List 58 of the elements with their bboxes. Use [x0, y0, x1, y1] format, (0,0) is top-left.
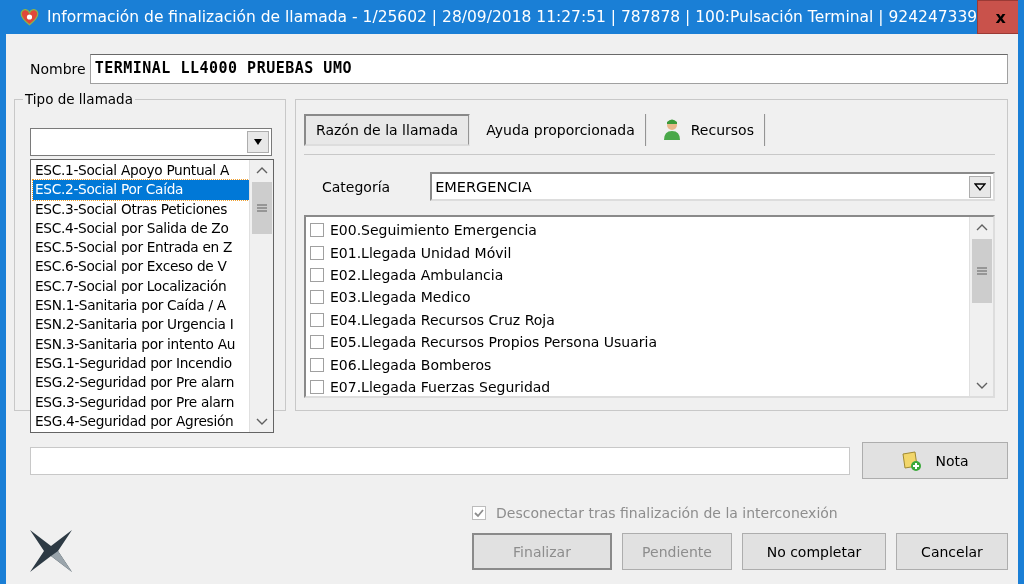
reason-label: E02.Llegada Ambulancia [330, 266, 504, 283]
checkbox[interactable] [310, 379, 324, 394]
checkbox[interactable] [310, 267, 324, 282]
reason-label: E01.Llegada Unidad Móvil [330, 244, 512, 261]
reason-label: E04.Llegada Recursos Cruz Roja [330, 311, 555, 328]
checkbox[interactable] [310, 290, 324, 305]
dropdown-option[interactable]: ESC.6-Social por Exceso de V [33, 257, 249, 277]
checkbox[interactable] [310, 312, 324, 327]
note-add-icon [901, 449, 924, 472]
tab[interactable]: Razón de la llamada [304, 114, 471, 146]
checkbox[interactable] [310, 245, 324, 260]
window-title: Información de finalización de llamada - 1/25602 | 28/09/2018 11:27:51 | 787878 | 100:Pulsación Terminal | 924247339 [46, 8, 978, 26]
grip-icon [256, 204, 267, 212]
dropdown-option[interactable]: ESG.1-Seguridad por Incendio [33, 353, 249, 374]
checkbox[interactable] [310, 357, 324, 372]
action-button[interactable]: No completar [742, 533, 886, 570]
reason-label: E05.Llegada Recursos Propios Persona Usuaria [330, 334, 658, 351]
tab[interactable]: Recursos [652, 114, 766, 146]
scroll-thumb[interactable] [251, 182, 272, 234]
dropdown-option[interactable]: ESC.7-Social por Localización [33, 276, 249, 297]
scrollbar[interactable] [969, 217, 993, 396]
dropdown-option[interactable]: ESN.2-Sanitaria por Urgencia I [33, 315, 249, 335]
dropdown-option[interactable]: ESG.2-Seguridad por Pre alarn [33, 373, 249, 393]
heart-logo-icon [20, 7, 39, 27]
dropdown-option[interactable]: ESN.1-Sanitaria por Caída / A [33, 296, 249, 316]
comment-field[interactable] [30, 446, 850, 475]
scroll-thumb[interactable] [971, 239, 992, 303]
name-label: Nombre [30, 61, 86, 77]
checkbox[interactable] [310, 335, 324, 350]
dropdown-option[interactable]: ESC.1-Social Apoyo Puntual A [33, 161, 249, 181]
dropdown-option[interactable]: ESC.2-Social Por Caída [33, 180, 249, 200]
name-field[interactable]: TERMINAL LL4000 PRUEBAS UMO [89, 54, 1008, 84]
grip-icon [976, 267, 987, 275]
group-title: Tipo de llamada [23, 91, 135, 107]
category-label: Categoría [322, 178, 391, 195]
reason-label: E00.Seguimiento Emergencia [330, 222, 537, 239]
x-logo-icon [28, 528, 74, 574]
person-icon [662, 119, 681, 141]
dropdown-option[interactable]: ESN.3-Sanitaria por intento Au [33, 334, 249, 354]
dropdown-option[interactable]: ESC.3-Social Otras Peticiones [33, 199, 249, 219]
close-button[interactable]: x [977, 0, 1018, 34]
reason-label: E03.Llegada Medico [330, 289, 471, 306]
dropdown-option[interactable]: ESG.3-Seguridad por Pre alarn [33, 392, 249, 412]
dropdown-arrow-icon [253, 139, 263, 145]
checkbox-label: Desconectar tras finalización de la interconexión [496, 505, 838, 521]
reason-label: E06.Llegada Bomberos [330, 356, 492, 373]
dropdown-option[interactable]: ESC.4-Social por Salida de Zo [33, 218, 249, 239]
checkbox[interactable] [310, 223, 324, 238]
category-select[interactable]: EMERGENCIA [430, 172, 995, 201]
action-button[interactable]: Cancelar [896, 533, 1008, 570]
scrollbar[interactable] [249, 160, 273, 432]
dropdown-option[interactable]: ESC.5-Social por Entrada en Z [33, 238, 249, 258]
dropdown-option[interactable]: ESG.4-Seguridad por Agresión [33, 411, 249, 432]
call-type-combo[interactable] [30, 128, 272, 156]
reason-label: E07.Llegada Fuerzas Seguridad [330, 378, 551, 395]
tab[interactable]: Ayuda proporcionada [476, 114, 647, 146]
dropdown-arrow-icon [974, 182, 986, 191]
note-button[interactable]: Nota [862, 442, 1008, 479]
